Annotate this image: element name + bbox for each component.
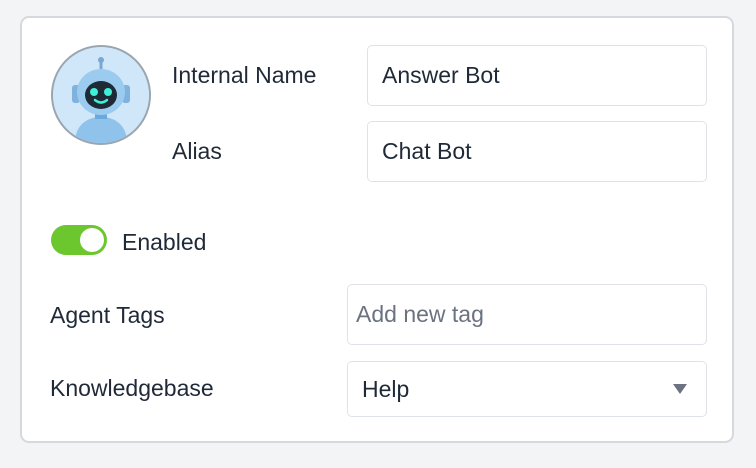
bot-settings-card: Internal Name Alias Enabled Agent Tags K…: [20, 16, 734, 443]
knowledgebase-label: Knowledgebase: [50, 375, 214, 401]
enabled-toggle[interactable]: [51, 225, 107, 255]
toggle-knob: [80, 228, 104, 252]
knowledgebase-select[interactable]: Help: [347, 361, 707, 417]
chevron-down-icon: [673, 384, 687, 394]
enabled-label: Enabled: [122, 229, 207, 255]
agent-tags-input[interactable]: [347, 284, 707, 345]
agent-tags-label: Agent Tags: [50, 302, 165, 328]
knowledgebase-selected-value: Help: [362, 376, 410, 402]
internal-name-label: Internal Name: [172, 62, 317, 88]
internal-name-input[interactable]: [367, 45, 707, 106]
alias-label: Alias: [172, 138, 222, 164]
robot-avatar-icon[interactable]: [51, 45, 151, 145]
alias-input[interactable]: [367, 121, 707, 182]
